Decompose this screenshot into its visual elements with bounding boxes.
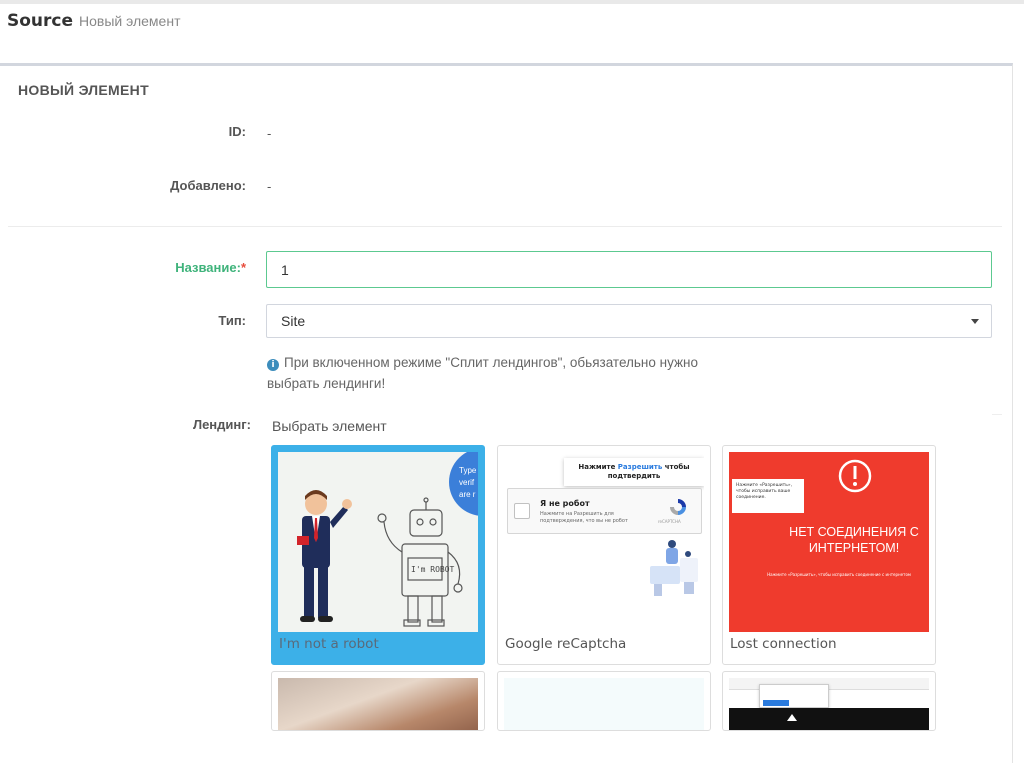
type-select-value: Site (281, 313, 306, 329)
landing-card-lost-connection[interactable]: Нажмите «Разрешить», чтобы исправить ваш… (722, 445, 936, 665)
card-thumbnail (278, 678, 478, 730)
landing-card-partial-2[interactable] (497, 671, 711, 731)
picker-title: Выбрать элемент (272, 418, 387, 434)
top-bar (0, 0, 1024, 4)
dialog-title: Нажмите (578, 463, 616, 471)
warning-icon (838, 459, 872, 493)
card-caption: Google reCaptcha (505, 636, 627, 652)
page-header: Source Новый элемент (7, 11, 180, 35)
dialog-link: Разрешить (617, 463, 663, 471)
card-caption: I'm not a robot (279, 636, 379, 652)
recaptcha-widget: Я не робот Нажмите на Разрешить для подт… (507, 488, 702, 534)
checkbox-subtext: Нажмите на Разрешить для подтверждения, … (540, 511, 628, 524)
checkbox-label: Я не робот (540, 499, 590, 508)
allow-popup: Нажмите «Разрешить», чтобы исправить ваш… (732, 479, 804, 513)
landing-card-partial-1[interactable] (271, 671, 485, 731)
type-label: Тип: (218, 313, 246, 328)
name-input[interactable]: 1 (266, 251, 992, 288)
chevron-down-icon (971, 319, 979, 324)
name-label-text: Название: (175, 260, 241, 275)
name-input-value: 1 (281, 261, 289, 278)
thumb-line-3: are r (459, 490, 476, 499)
divider (992, 414, 1002, 415)
checkbox-icon (514, 503, 530, 519)
card-thumbnail: Нажмите «Разрешить», чтобы исправить ваш… (729, 452, 929, 632)
landing-card-not-robot[interactable]: Type verif are r I'm ROBOT I'm not a rob… (271, 445, 485, 665)
id-value: - (267, 126, 272, 141)
page-title: Source (7, 11, 74, 31)
lost-connection-footer: Нажмите «Разрешить», чтобы исправить сое… (767, 572, 911, 577)
thumb-line-2: verif (459, 478, 475, 487)
split-hint: i При включенном режиме "Сплит лендингов"… (267, 352, 737, 394)
divider (8, 226, 1002, 227)
recaptcha-mini-label: reCAPTCHA (658, 519, 681, 524)
card-caption: Lost connection (730, 636, 837, 652)
card-thumbnail: Type verif are r I'm ROBOT (278, 452, 478, 632)
landing-card-partial-3[interactable] (722, 671, 936, 731)
page-subtitle: Новый элемент (79, 13, 181, 29)
card-thumbnail (729, 678, 929, 730)
section-title: НОВЫЙ ЭЛЕМЕНТ (18, 82, 149, 98)
type-select[interactable]: Site (266, 304, 992, 338)
lost-connection-headline: НЕТ СОЕДИНЕНИЯ С ИНТЕРНЕТОМ! (789, 525, 919, 555)
required-mark: * (240, 260, 246, 275)
added-value: - (267, 179, 272, 194)
robot-sign-text: I'm ROBOT (411, 565, 455, 574)
allow-dialog: Нажмите Разрешить чтобы подтвердить (564, 458, 704, 486)
card-thumbnail: Нажмите Разрешить чтобы подтвердить Я не… (504, 452, 704, 632)
split-hint-text: При включенном режиме "Сплит лендингов",… (267, 355, 698, 391)
added-label: Добавлено: (170, 178, 246, 193)
thumb-line-1: Type (459, 466, 477, 475)
info-icon: i (267, 359, 279, 371)
robot-illustration: Type verif are r I'm ROBOT (278, 452, 478, 632)
card-thumbnail (504, 678, 704, 730)
id-label: ID: (228, 124, 246, 139)
people-illustration (650, 540, 698, 596)
landing-label: Лендинг: (192, 417, 251, 432)
name-label: Название:* (16, 260, 246, 275)
recaptcha-logo-icon (670, 499, 686, 515)
landing-card-google-recaptcha[interactable]: Нажмите Разрешить чтобы подтвердить Я не… (497, 445, 711, 665)
